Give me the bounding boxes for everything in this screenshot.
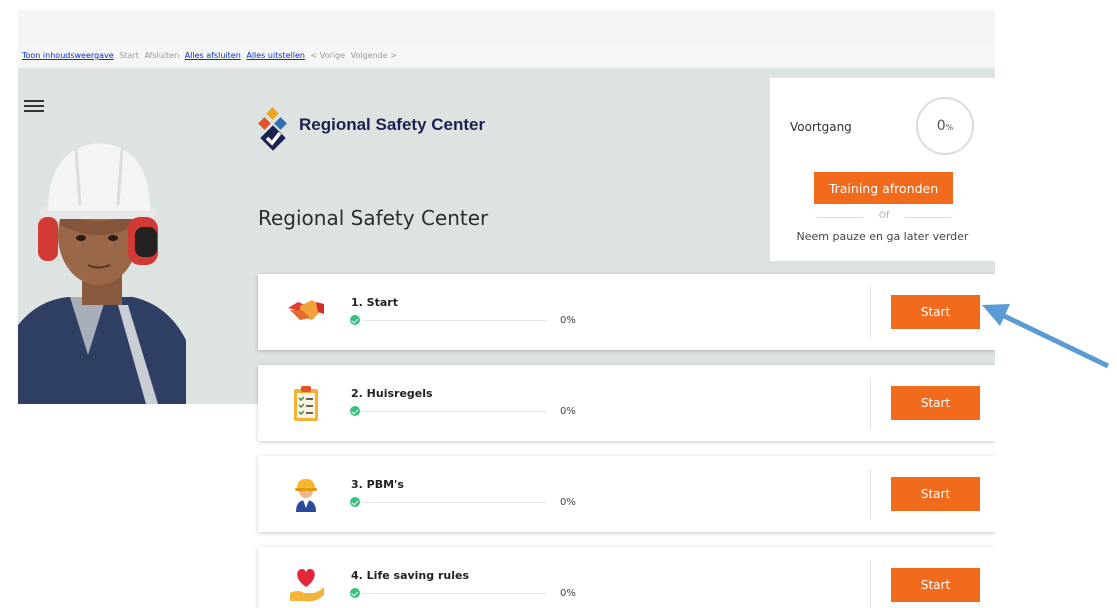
- check-icon: [350, 588, 360, 598]
- start-button[interactable]: Start: [891, 386, 980, 420]
- module-card-huisregels: 2. Huisregels 0% Start: [258, 365, 995, 441]
- module-progress-bar: [362, 593, 547, 594]
- module-card-pbms: 3. PBM's 0% Start: [258, 456, 995, 532]
- divider: [870, 287, 871, 337]
- module-title: 3. PBM's: [351, 478, 404, 491]
- divider: [870, 469, 871, 519]
- module-progress-percent: 0%: [560, 497, 576, 508]
- module-progress-percent: 0%: [560, 315, 576, 326]
- clipboard-checklist-icon: [294, 386, 318, 421]
- module-progress-bar: [362, 502, 547, 503]
- progress-label: Voortgang: [790, 120, 852, 134]
- volgende-link: Volgende >: [350, 51, 397, 60]
- afsluiten-link: Afsluiten: [144, 51, 180, 60]
- start-button[interactable]: Start: [891, 477, 980, 511]
- check-icon: [350, 406, 360, 416]
- worker-helmet-icon: [295, 479, 317, 512]
- start-link: Start: [119, 51, 139, 60]
- divider: [870, 560, 871, 608]
- annotation-arrow-icon: [982, 304, 1110, 369]
- divider: [870, 378, 871, 428]
- or-separator: Of: [817, 211, 951, 221]
- pause-link[interactable]: Neem pauze en ga later verder: [770, 230, 995, 243]
- progress-circle: 0%: [916, 97, 974, 155]
- vorige-link: < Vorige: [310, 51, 346, 60]
- start-button[interactable]: Start: [891, 295, 980, 329]
- menu-icon[interactable]: [24, 97, 44, 113]
- module-title: 1. Start: [351, 296, 398, 309]
- diamond-check-logo: [258, 107, 287, 151]
- module-progress-bar: [362, 320, 547, 321]
- brand-name: Regional Safety Center: [299, 115, 486, 134]
- heart-hand-icon: [290, 569, 324, 602]
- alles-afsluiten-link[interactable]: Alles afsluiten: [185, 51, 241, 60]
- module-card-life-saving-rules: 4. Life saving rules 0% Start: [258, 547, 995, 608]
- app-frame: Toon inhoudsweergave Start Afsluiten All…: [18, 10, 995, 608]
- module-title: 2. Huisregels: [351, 387, 433, 400]
- check-icon: [350, 497, 360, 507]
- alles-uitstellen-link[interactable]: Alles uitstellen: [246, 51, 305, 60]
- finish-training-button[interactable]: Training afronden: [814, 172, 953, 204]
- module-progress-percent: 0%: [560, 588, 576, 599]
- start-button[interactable]: Start: [891, 568, 980, 602]
- module-progress-bar: [362, 411, 547, 412]
- worker-photo: [18, 125, 186, 404]
- module-card-start: 1. Start 0% Start: [258, 274, 995, 350]
- progress-card: Voortgang 0% Training afronden Of Neem p…: [770, 78, 995, 261]
- module-progress-percent: 0%: [560, 406, 576, 417]
- page-title: Regional Safety Center: [258, 206, 489, 231]
- top-strip: [18, 10, 995, 44]
- progress-unit: %: [945, 123, 954, 132]
- module-title: 4. Life saving rules: [351, 569, 469, 582]
- check-icon: [350, 315, 360, 325]
- toc-link[interactable]: Toon inhoudsweergave: [22, 51, 114, 60]
- navigation-link-bar: Toon inhoudsweergave Start Afsluiten All…: [18, 44, 995, 68]
- handshake-icon: [288, 300, 324, 320]
- progress-value: 0: [936, 118, 946, 134]
